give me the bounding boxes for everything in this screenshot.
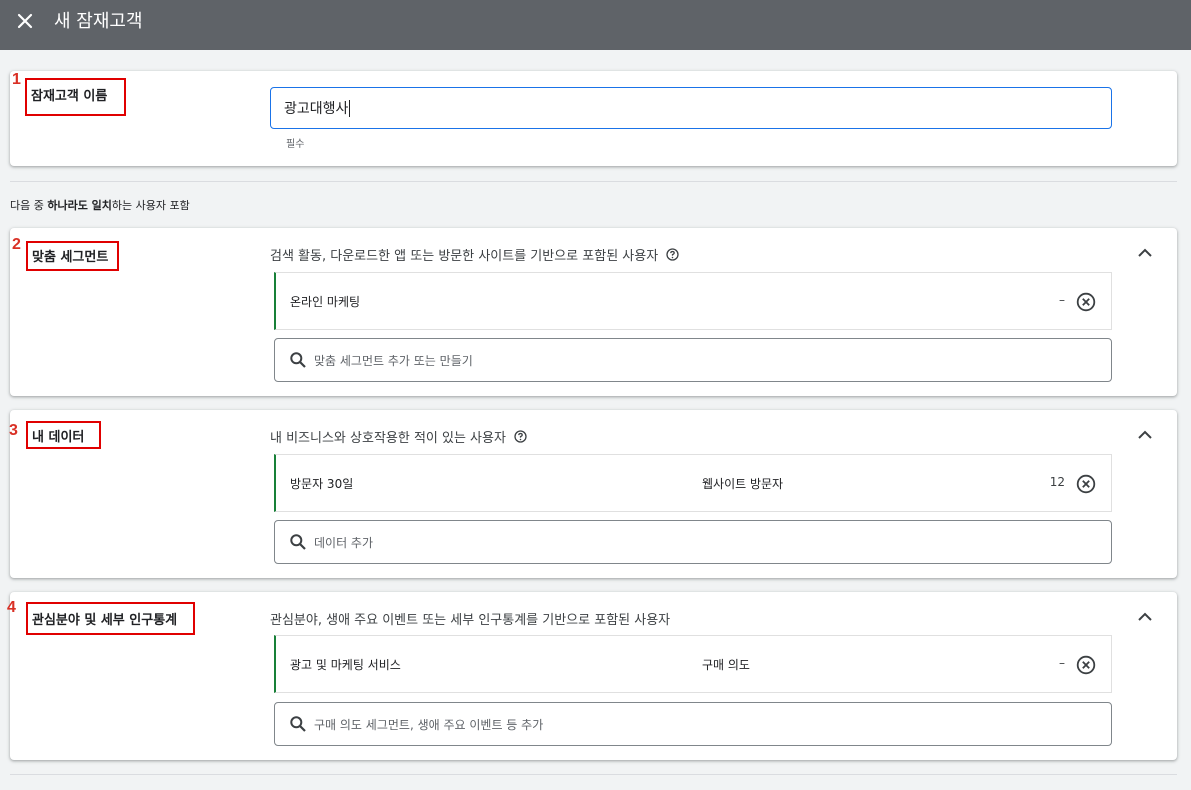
search-icon bbox=[289, 533, 307, 551]
annotation-box-audience-name: 잠재고객 이름 bbox=[25, 78, 126, 116]
search-icon bbox=[289, 351, 307, 369]
remove-icon[interactable] bbox=[1075, 654, 1097, 676]
interest-segment-size: – bbox=[1059, 656, 1065, 670]
remove-icon[interactable] bbox=[1075, 291, 1097, 313]
annotation-box-custom-segments: 맞춤 세그먼트 bbox=[26, 241, 119, 271]
interest-segment-name: 광고 및 마케팅 서비스 bbox=[290, 658, 401, 672]
text-caret bbox=[349, 99, 351, 117]
chevron-up-icon[interactable] bbox=[1134, 606, 1156, 628]
custom-segments-label: 맞춤 세그먼트 bbox=[32, 250, 109, 265]
audience-name-card: 광고대행사 필수 bbox=[10, 71, 1177, 166]
selected-interest-row: 광고 및 마케팅 서비스 구매 의도 – bbox=[274, 635, 1112, 693]
annotation-box-my-data: 내 데이터 bbox=[26, 421, 101, 449]
selected-segment-row: 온라인 마케팅 – bbox=[274, 272, 1112, 330]
interest-segment-type: 구매 의도 bbox=[702, 658, 750, 672]
search-placeholder: 구매 의도 세그먼트, 생애 주요 이벤트 등 추가 bbox=[314, 717, 544, 732]
data-segment-type: 웹사이트 방문자 bbox=[702, 477, 784, 491]
divider bbox=[10, 181, 1177, 182]
top-bar: 새 잠재고객 bbox=[0, 0, 1191, 50]
audience-name-label: 잠재고객 이름 bbox=[31, 89, 108, 104]
close-icon[interactable] bbox=[14, 10, 36, 32]
required-hint: 필수 bbox=[286, 139, 305, 150]
annotation-box-interests: 관심분야 및 세부 인구통계 bbox=[26, 602, 195, 635]
interests-label: 관심분야 및 세부 인구통계 bbox=[32, 613, 178, 628]
custom-segments-card: 검색 활동, 다운로드한 앱 또는 방문한 사이트를 기반으로 포함된 사용자 … bbox=[10, 228, 1177, 396]
chevron-up-icon[interactable] bbox=[1134, 242, 1156, 264]
audience-name-value: 광고대행사 bbox=[284, 101, 349, 117]
my-data-label: 내 데이터 bbox=[32, 430, 85, 445]
annotation-number-1: 1 bbox=[12, 71, 21, 88]
annotation-number-3: 3 bbox=[9, 422, 18, 439]
divider bbox=[10, 774, 1177, 775]
page-title: 새 잠재고객 bbox=[54, 11, 143, 32]
selected-data-row: 방문자 30일 웹사이트 방문자 12 bbox=[274, 454, 1112, 512]
chevron-up-icon[interactable] bbox=[1134, 424, 1156, 446]
search-placeholder: 맞춤 세그먼트 추가 또는 만들기 bbox=[314, 353, 473, 368]
annotation-number-2: 2 bbox=[12, 236, 21, 253]
help-icon[interactable] bbox=[666, 248, 679, 261]
match-rule-emphasis: 하나라도 일치 bbox=[47, 199, 112, 212]
interest-search-input[interactable]: 구매 의도 세그먼트, 생애 주요 이벤트 등 추가 bbox=[274, 702, 1112, 746]
data-segment-size: 12 bbox=[1049, 475, 1065, 489]
data-segment-name: 방문자 30일 bbox=[290, 477, 354, 491]
custom-segment-search-input[interactable]: 맞춤 세그먼트 추가 또는 만들기 bbox=[274, 338, 1112, 382]
help-icon[interactable] bbox=[514, 430, 527, 443]
my-data-card: 내 비즈니스와 상호작용한 적이 있는 사용자 방문자 30일 웹사이트 방문자… bbox=[10, 410, 1177, 578]
my-data-description: 내 비즈니스와 상호작용한 적이 있는 사용자 bbox=[270, 427, 527, 446]
annotation-number-4: 4 bbox=[7, 599, 16, 616]
segment-size: – bbox=[1059, 293, 1065, 307]
search-icon bbox=[289, 715, 307, 733]
segment-name: 온라인 마케팅 bbox=[290, 295, 361, 309]
match-rule-text: 다음 중 하나라도 일치하는 사용자 포함 bbox=[10, 199, 190, 212]
audience-name-input[interactable]: 광고대행사 bbox=[270, 87, 1112, 129]
my-data-search-input[interactable]: 데이터 추가 bbox=[274, 520, 1112, 564]
interests-description: 관심분야, 생애 주요 이벤트 또는 세부 인구통계를 기반으로 포함된 사용자 bbox=[270, 613, 671, 628]
remove-icon[interactable] bbox=[1075, 473, 1097, 495]
search-placeholder: 데이터 추가 bbox=[314, 535, 374, 550]
custom-segments-description: 검색 활동, 다운로드한 앱 또는 방문한 사이트를 기반으로 포함된 사용자 bbox=[270, 245, 679, 264]
